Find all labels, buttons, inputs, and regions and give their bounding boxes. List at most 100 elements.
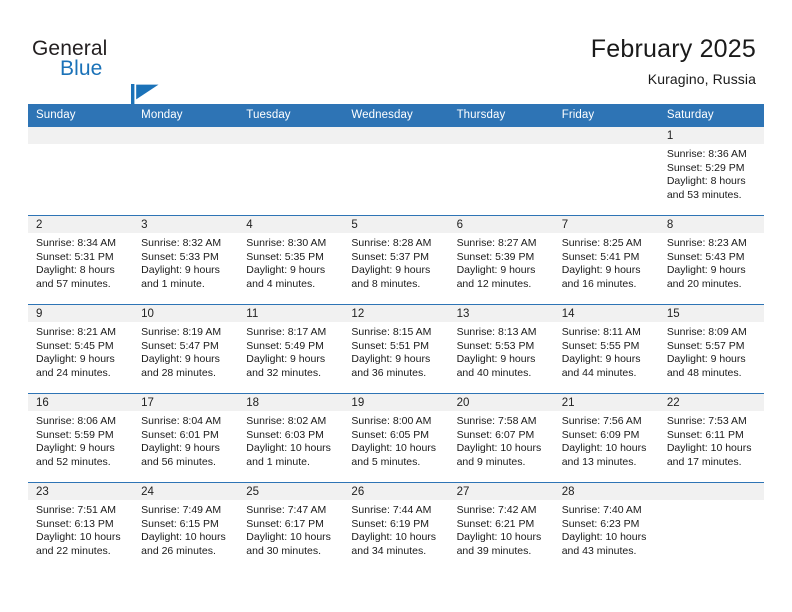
sunset-text: Sunset: 5:59 PM xyxy=(36,428,114,441)
daylight-text-line1: Daylight: 9 hours xyxy=(141,264,220,277)
calendar-day-cell[interactable]: 14 Sunrise: 8:11 AM Sunset: 5:55 PM Dayligh… xyxy=(553,304,659,394)
calendar-day-cell[interactable]: 3 Sunrise: 8:32 AM Sunset: 5:33 PM Daylight… xyxy=(133,215,239,305)
sunrise-text: Sunrise: 7:51 AM xyxy=(36,504,116,516)
daylight-text-line1: Daylight: 8 hours xyxy=(666,175,746,188)
triangle-flag-icon xyxy=(131,84,159,104)
calendar-day-cell[interactable]: 25 Sunrise: 7:47 AM Sunset: 6:17 PM Dayligh… xyxy=(238,482,344,571)
calendar-day-cell[interactable]: 22 Sunrise: 7:53 AM Sunset: 6:11 PM Dayligh… xyxy=(658,393,764,483)
daylight-text-line2: and 8 minutes. xyxy=(351,277,421,290)
day-number: 10 xyxy=(133,305,239,322)
calendar-day-cell[interactable]: 2 Sunrise: 8:34 AM Sunset: 5:31 PM Daylight… xyxy=(28,215,134,305)
day-number xyxy=(28,127,134,144)
calendar-page: General Blue February 2025 Kuragino, Rus… xyxy=(0,0,792,612)
daylight-text-line2: and 1 minute. xyxy=(141,277,205,290)
weekday-header-tuesday: Tuesday xyxy=(238,104,344,127)
calendar-day-cell-empty xyxy=(343,127,449,216)
calendar-day-cell[interactable]: 1 Sunrise: 8:36 AM Sunset: 5:29 PM Daylight… xyxy=(658,127,764,216)
day-cell-details: Sunrise: 8:30 AM Sunset: 5:35 PM Daylight:… xyxy=(238,233,343,291)
sunrise-text: Sunrise: 8:28 AM xyxy=(351,237,432,249)
sunset-text: Sunset: 5:51 PM xyxy=(351,339,430,352)
calendar-day-cell-empty xyxy=(238,127,344,216)
daylight-text-line2: and 56 minutes. xyxy=(141,455,216,468)
day-cell-inner xyxy=(133,127,239,215)
calendar-day-cell[interactable]: 17 Sunrise: 8:04 AM Sunset: 6:01 PM Dayligh… xyxy=(133,393,239,483)
day-cell-details: Sunrise: 7:56 AM Sunset: 6:09 PM Daylight:… xyxy=(554,411,659,469)
calendar-day-cell[interactable]: 4 Sunrise: 8:30 AM Sunset: 5:35 PM Daylight… xyxy=(238,215,344,305)
sunrise-text: Sunrise: 8:21 AM xyxy=(36,326,116,338)
calendar-day-cell[interactable]: 10 Sunrise: 8:19 AM Sunset: 5:47 PM Dayligh… xyxy=(133,304,239,394)
sunset-text: Sunset: 5:41 PM xyxy=(561,250,640,263)
calendar-table: Sunday Monday Tuesday Wednesday Thursday Frid… xyxy=(28,104,764,571)
day-number: 8 xyxy=(658,216,764,233)
day-number: 16 xyxy=(28,394,134,411)
calendar-day-cell[interactable]: 12 Sunrise: 8:15 AM Sunset: 5:51 PM Dayligh… xyxy=(343,304,449,394)
day-number xyxy=(448,127,554,144)
sunset-text: Sunset: 6:13 PM xyxy=(36,517,114,530)
day-number xyxy=(553,127,659,144)
daylight-text-line1: Daylight: 10 hours xyxy=(141,531,226,544)
calendar-header-row: Sunday Monday Tuesday Wednesday Thursday Frid… xyxy=(28,104,764,127)
daylight-text-line2: and 4 minutes. xyxy=(246,277,316,290)
calendar-day-cell[interactable]: 27 Sunrise: 7:42 AM Sunset: 6:21 PM Dayligh… xyxy=(448,482,554,571)
sunrise-text: Sunrise: 8:19 AM xyxy=(141,326,222,338)
day-cell-inner xyxy=(658,483,764,571)
calendar-day-cell-empty xyxy=(553,127,659,216)
daylight-text-line2: and 43 minutes. xyxy=(561,544,637,557)
calendar-day-cell[interactable]: 11 Sunrise: 8:17 AM Sunset: 5:49 PM Dayligh… xyxy=(238,304,344,394)
day-cell-inner: 9 Sunrise: 8:21 AM Sunset: 5:45 PM Daylight… xyxy=(28,305,134,393)
calendar-day-cell[interactable]: 15 Sunrise: 8:09 AM Sunset: 5:57 PM Dayligh… xyxy=(658,304,764,394)
day-cell-inner xyxy=(28,127,134,215)
calendar-day-cell[interactable]: 23 Sunrise: 7:51 AM Sunset: 6:13 PM Dayligh… xyxy=(28,482,134,571)
calendar-day-cell[interactable]: 21 Sunrise: 7:56 AM Sunset: 6:09 PM Dayligh… xyxy=(553,393,659,483)
calendar-day-cell[interactable]: 6 Sunrise: 8:27 AM Sunset: 5:39 PM Daylight… xyxy=(448,215,554,305)
calendar-day-cell[interactable]: 18 Sunrise: 8:02 AM Sunset: 6:03 PM Dayligh… xyxy=(238,393,344,483)
day-cell-inner xyxy=(238,127,344,215)
calendar-day-cell[interactable]: 13 Sunrise: 8:13 AM Sunset: 5:53 PM Dayligh… xyxy=(448,304,554,394)
day-number: 1 xyxy=(658,127,764,144)
day-cell-details: Sunrise: 7:58 AM Sunset: 6:07 PM Daylight:… xyxy=(449,411,554,469)
day-cell-details: Sunrise: 8:13 AM Sunset: 5:53 PM Daylight:… xyxy=(449,322,554,380)
daylight-text-line2: and 57 minutes. xyxy=(36,277,111,290)
calendar-day-cell[interactable]: 5 Sunrise: 8:28 AM Sunset: 5:37 PM Daylight… xyxy=(343,215,449,305)
sunrise-text: Sunrise: 7:40 AM xyxy=(561,504,642,516)
day-cell-details: Sunrise: 8:25 AM Sunset: 5:41 PM Daylight:… xyxy=(554,233,659,291)
weekday-header-friday: Friday xyxy=(553,104,659,127)
day-cell-inner: 26 Sunrise: 7:44 AM Sunset: 6:19 PM Dayligh… xyxy=(343,483,449,571)
sunset-text: Sunset: 6:15 PM xyxy=(141,517,219,530)
day-number: 2 xyxy=(28,216,134,233)
calendar-day-cell[interactable]: 9 Sunrise: 8:21 AM Sunset: 5:45 PM Daylight… xyxy=(28,304,134,394)
daylight-text-line1: Daylight: 9 hours xyxy=(456,264,536,277)
daylight-text-line1: Daylight: 9 hours xyxy=(456,353,536,366)
day-cell-details: Sunrise: 8:11 AM Sunset: 5:55 PM Daylight:… xyxy=(554,322,659,380)
sunrise-text: Sunrise: 8:36 AM xyxy=(666,148,747,160)
calendar-day-cell[interactable]: 8 Sunrise: 8:23 AM Sunset: 5:43 PM Daylight… xyxy=(658,215,764,305)
day-number: 17 xyxy=(133,394,239,411)
calendar-week-row: 2 Sunrise: 8:34 AM Sunset: 5:31 PM Daylight… xyxy=(28,215,764,305)
calendar-day-cell[interactable]: 26 Sunrise: 7:44 AM Sunset: 6:19 PM Dayligh… xyxy=(343,482,449,571)
calendar-day-cell[interactable]: 16 Sunrise: 8:06 AM Sunset: 5:59 PM Dayligh… xyxy=(28,393,134,483)
daylight-text-line1: Daylight: 9 hours xyxy=(561,264,641,277)
calendar-day-cell[interactable]: 20 Sunrise: 7:58 AM Sunset: 6:07 PM Dayligh… xyxy=(448,393,554,483)
day-cell-details: Sunrise: 8:09 AM Sunset: 5:57 PM Daylight:… xyxy=(659,322,764,380)
calendar-day-cell[interactable]: 7 Sunrise: 8:25 AM Sunset: 5:41 PM Daylight… xyxy=(553,215,659,305)
sunrise-text: Sunrise: 8:34 AM xyxy=(36,237,116,249)
calendar-day-cell[interactable]: 28 Sunrise: 7:40 AM Sunset: 6:23 PM Dayligh… xyxy=(553,482,659,571)
day-cell-inner: 10 Sunrise: 8:19 AM Sunset: 5:47 PM Dayligh… xyxy=(133,305,239,393)
weekday-header-wednesday: Wednesday xyxy=(343,104,449,127)
daylight-text-line1: Daylight: 10 hours xyxy=(666,442,752,455)
day-cell-details: Sunrise: 7:44 AM Sunset: 6:19 PM Daylight:… xyxy=(343,500,448,558)
sunrise-text: Sunrise: 8:00 AM xyxy=(351,415,432,427)
daylight-text-line2: and 34 minutes. xyxy=(351,544,427,557)
daylight-text-line2: and 16 minutes. xyxy=(561,277,637,290)
brand-logo[interactable]: General Blue xyxy=(30,38,210,104)
sunrise-text: Sunrise: 8:04 AM xyxy=(141,415,222,427)
calendar-day-cell[interactable]: 24 Sunrise: 7:49 AM Sunset: 6:15 PM Dayligh… xyxy=(133,482,239,571)
day-number: 26 xyxy=(343,483,449,500)
calendar-day-cell[interactable]: 19 Sunrise: 8:00 AM Sunset: 6:05 PM Dayligh… xyxy=(343,393,449,483)
day-number: 11 xyxy=(238,305,344,322)
day-cell-inner: 8 Sunrise: 8:23 AM Sunset: 5:43 PM Daylight… xyxy=(658,216,764,304)
day-number: 19 xyxy=(343,394,449,411)
calendar-grid: Sunday Monday Tuesday Wednesday Thursday Frid… xyxy=(28,104,764,571)
title-block: February 2025 Kuragino, Russia xyxy=(591,34,756,88)
day-cell-inner: 21 Sunrise: 7:56 AM Sunset: 6:09 PM Dayligh… xyxy=(553,394,659,482)
